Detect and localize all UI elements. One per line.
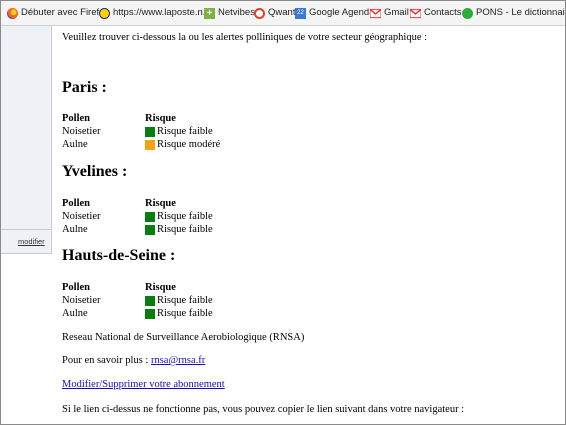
risk-label: Risque faible [157,126,213,137]
risk-label: Risque faible [157,211,213,222]
col-pollen-header: Pollen [62,198,90,209]
risk-label: Risque modéré [157,139,221,150]
bookmark-label: Débuter avec Firefox [21,7,110,18]
bookmark-label: https://www.laposte.n... [113,7,211,18]
risk-label: Risque faible [157,308,213,319]
risk-level-indicator [145,295,155,306]
firefox-icon [7,7,18,19]
bookmark-laposte[interactable]: https://www.laposte.n... [99,6,211,20]
table-row: Aulne Risque faible [62,307,362,320]
risk-label: Risque faible [157,224,213,235]
risk-level-indicator [145,126,155,137]
bookmark-contacts[interactable]: Contacts [410,6,462,20]
region-title-yvelines: Yvelines : [62,163,128,180]
netvibes-icon: + [204,7,215,19]
bookmark-pons[interactable]: PONS - Le dictionnair... [462,6,565,20]
bookmark-google-agenda[interactable]: 22 Google Agenda [295,6,375,20]
pollen-table-paris: Pollen Risque Noisetier Risque faible Au… [62,112,362,151]
left-sidebar [1,26,52,254]
pons-icon [462,7,473,19]
network-name: Reseau National de Surveillance Aerobiol… [62,332,305,343]
bookmark-label: Contacts [424,7,462,18]
table-header: Pollen Risque [62,281,362,294]
table-row: Noisetier Risque faible [62,125,362,138]
bookmark-debuter-firefox[interactable]: Débuter avec Firefox [7,6,109,20]
pollen-name: Aulne [62,224,88,235]
more-info-line: Pour en savoir plus : rnsa@rnsa.fr [62,354,205,367]
sidebar-divider [1,229,51,230]
google-agenda-icon: 22 [295,7,306,19]
manage-subscription-link[interactable]: Modifier/Supprimer votre abonnement [62,379,225,390]
col-risque-header: Risque [145,282,176,293]
intro-text: Veuillez trouver ci-dessous la ou les al… [62,32,428,43]
pollen-name: Noisetier [62,126,101,137]
gmail-icon [370,8,381,18]
bookmark-label: Gmail [384,7,409,18]
modifier-link[interactable]: modifier [18,237,45,246]
pollen-table-yvelines: Pollen Risque Noisetier Risque faible Au… [62,197,362,236]
table-header: Pollen Risque [62,112,362,125]
pollen-name: Noisetier [62,211,101,222]
risk-level-indicator [145,139,155,150]
more-info-prefix: Pour en savoir plus : [62,355,151,366]
risk-level-indicator [145,224,155,235]
bookmark-label: Google Agenda [309,7,375,18]
bookmark-qwant[interactable]: Qwant [254,6,295,20]
table-row: Aulne Risque modéré [62,138,362,151]
fallback-text: Si le lien ci-dessus ne fonctionne pas, … [62,404,465,415]
risk-label: Risque faible [157,295,213,306]
col-risque-header: Risque [145,113,176,124]
table-header: Pollen Risque [62,197,362,210]
bookmark-label: Qwant [268,7,296,18]
col-risque-header: Risque [145,198,176,209]
rnsa-email-link[interactable]: rnsa@rnsa.fr [151,355,205,366]
bookmark-gmail[interactable]: Gmail [370,6,409,20]
bookmark-label: PONS - Le dictionnair... [476,7,565,18]
table-row: Aulne Risque faible [62,223,362,236]
pollen-name: Aulne [62,308,88,319]
bookmark-label: Netvibes [218,7,255,18]
qwant-icon [254,7,265,19]
risk-level-indicator [145,211,155,222]
pollen-table-hauts-de-seine: Pollen Risque Noisetier Risque faible Au… [62,281,362,320]
manage-subscription-line: Modifier/Supprimer votre abonnement [62,378,225,391]
col-pollen-header: Pollen [62,113,90,124]
table-row: Noisetier Risque faible [62,294,362,307]
pollen-name: Noisetier [62,295,101,306]
gmail-icon [410,8,421,18]
risk-level-indicator [145,308,155,319]
table-row: Noisetier Risque faible [62,210,362,223]
laposte-icon [99,7,110,19]
col-pollen-header: Pollen [62,282,90,293]
region-title-hauts-de-seine: Hauts-de-Seine : [62,247,176,264]
region-title-paris: Paris : [62,79,107,96]
bookmarks-toolbar: Débuter avec Firefox https://www.laposte… [1,1,565,26]
bookmark-netvibes[interactable]: + Netvibes [204,6,255,20]
pollen-name: Aulne [62,139,88,150]
